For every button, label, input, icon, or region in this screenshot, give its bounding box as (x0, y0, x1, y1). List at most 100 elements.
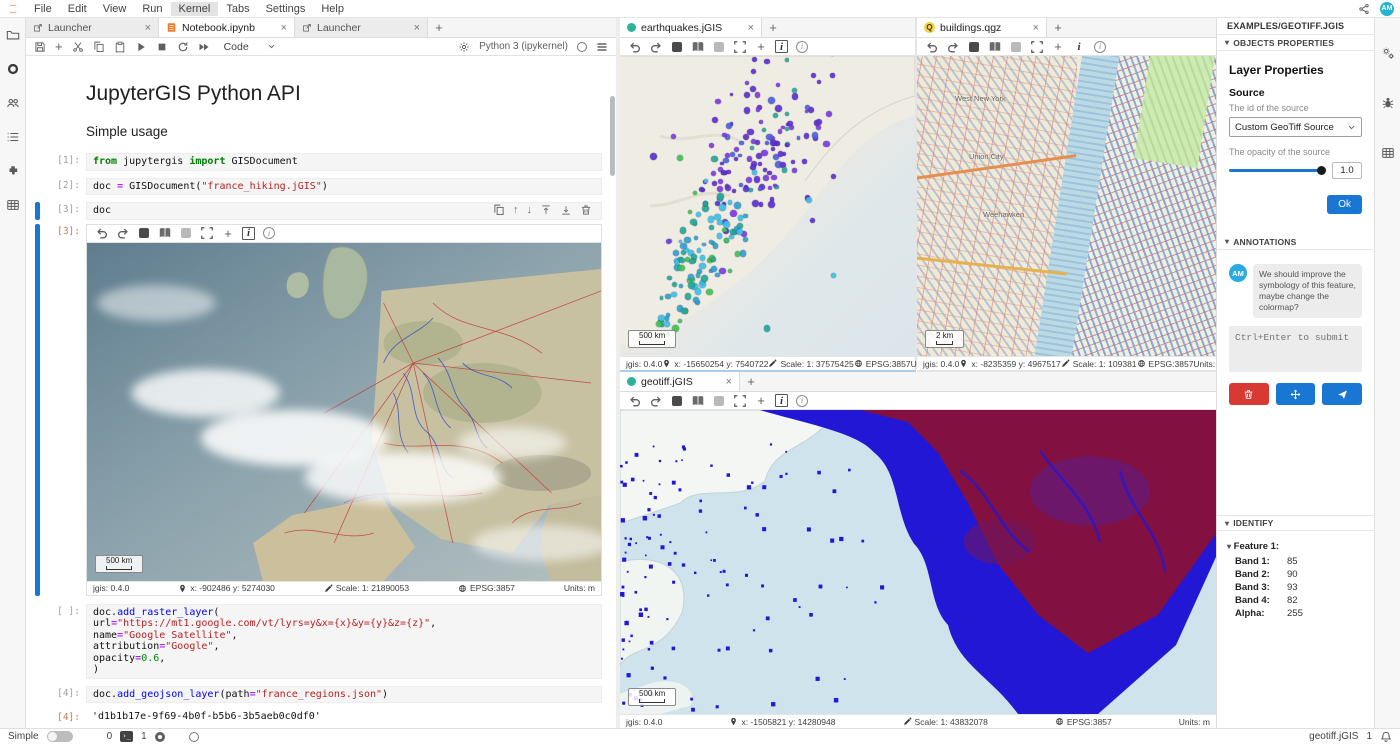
insert-above-icon[interactable] (540, 204, 552, 216)
record-icon[interactable] (6, 62, 20, 76)
center-annotation-button[interactable] (1276, 383, 1316, 405)
restart-icon[interactable] (177, 41, 189, 53)
panel-menu-icon[interactable] (596, 41, 608, 53)
jgis-layers-icon[interactable] (6, 198, 20, 212)
slider-knob[interactable] (1317, 166, 1326, 175)
earthquakes-map-view[interactable]: 500 km (620, 56, 915, 356)
code-editor[interactable]: from jupytergis import GISDocument (86, 153, 602, 171)
menu-settings[interactable]: Settings (258, 2, 314, 16)
terrain-icon[interactable] (1009, 40, 1023, 54)
about-icon[interactable]: i (795, 40, 809, 54)
share-icon[interactable] (1358, 3, 1370, 15)
redo-icon[interactable] (946, 40, 960, 54)
simple-mode-toggle[interactable] (47, 731, 73, 742)
basemap-gallery-icon[interactable] (988, 40, 1002, 54)
tab-geotiff[interactable]: geotiff.jGIS × (620, 372, 740, 391)
collaboration-icon[interactable] (6, 96, 20, 110)
identify-icon[interactable]: i (775, 394, 788, 407)
basemap-gallery-icon[interactable] (158, 226, 172, 240)
menu-help[interactable]: Help (313, 2, 352, 16)
kernel-icon[interactable] (155, 732, 165, 742)
bell-icon[interactable] (1380, 731, 1392, 743)
symbology-icon[interactable] (670, 394, 684, 408)
objects-properties-header[interactable]: ▾ OBJECTS PROPERTIES (1217, 35, 1374, 51)
code-cell-raster[interactable]: [ ]: doc.add_raster_layer( url="https://… (26, 604, 602, 679)
cut-icon[interactable] (72, 41, 84, 53)
close-tab-icon[interactable]: × (145, 22, 151, 34)
tab-earthquakes[interactable]: earthquakes.jGIS × (620, 18, 762, 37)
add-layer-icon[interactable]: + (1051, 40, 1065, 54)
zoom-extent-icon[interactable] (733, 40, 747, 54)
save-icon[interactable] (34, 41, 46, 53)
restart-run-all-icon[interactable] (198, 41, 210, 53)
property-inspector-icon[interactable] (1381, 46, 1395, 60)
about-icon[interactable]: i (1093, 40, 1107, 54)
new-tab-button[interactable]: + (740, 372, 762, 391)
identify-icon[interactable]: i (775, 40, 788, 53)
undo-icon[interactable] (95, 226, 109, 240)
menu-run[interactable]: Run (134, 2, 170, 16)
insert-below-icon[interactable] (560, 204, 572, 216)
tab-notebook[interactable]: Notebook.ipynb × (159, 18, 295, 37)
identify-header[interactable]: ▾ IDENTIFY (1217, 515, 1374, 531)
file-browser-icon[interactable] (6, 28, 20, 42)
duplicate-cell-icon[interactable] (493, 204, 505, 216)
kernel-name[interactable]: Python 3 (ipykernel) (479, 41, 568, 52)
identify-icon[interactable]: i (242, 227, 255, 240)
terminal-icon[interactable]: ›_ (120, 731, 133, 742)
menu-kernel[interactable]: Kernel (171, 2, 219, 16)
add-layer-icon[interactable]: + (221, 226, 235, 240)
about-icon[interactable]: i (262, 226, 276, 240)
identify-feature-heading[interactable]: ▾ Feature 1: (1227, 541, 1362, 552)
menu-tabs[interactable]: Tabs (218, 2, 257, 16)
run-icon[interactable] (135, 41, 147, 53)
basemap-gallery-icon[interactable] (691, 394, 705, 408)
new-tab-button[interactable]: + (1047, 18, 1069, 37)
kernel-settings-icon[interactable] (458, 41, 470, 53)
code-editor[interactable]: doc.add_raster_layer( url="https://mt1.g… (86, 604, 602, 679)
geotiff-map-view[interactable]: 500 km (620, 410, 1216, 714)
paste-icon[interactable] (114, 41, 126, 53)
ok-button[interactable]: Ok (1327, 195, 1362, 214)
running-sessions-icon[interactable] (6, 130, 20, 144)
code-cell-2[interactable]: [2]: doc = GISDocument("france_hiking.jG… (26, 178, 602, 196)
tab-launcher-2[interactable]: Launcher × (295, 18, 428, 37)
move-up-icon[interactable]: ↑ (513, 204, 519, 216)
zoom-extent-icon[interactable] (1030, 40, 1044, 54)
new-tab-button[interactable]: + (428, 18, 450, 37)
notifications-count[interactable]: 1 (1366, 731, 1372, 742)
terrain-icon[interactable] (179, 226, 193, 240)
close-tab-icon[interactable]: × (414, 22, 420, 34)
symbology-icon[interactable] (137, 226, 151, 240)
move-down-icon[interactable]: ↓ (527, 204, 533, 216)
france-map-view[interactable]: 500 km (87, 243, 601, 581)
basemap-gallery-icon[interactable] (691, 40, 705, 54)
debugger-icon[interactable] (1381, 96, 1395, 110)
insert-cell-icon[interactable]: + (55, 39, 63, 54)
copy-icon[interactable] (93, 41, 105, 53)
identify-icon[interactable]: i (1072, 40, 1086, 54)
terrain-icon[interactable] (712, 394, 726, 408)
zoom-extent-icon[interactable] (733, 394, 747, 408)
user-avatar[interactable]: AM (1380, 2, 1394, 16)
menu-file[interactable]: File (26, 2, 60, 16)
submit-annotation-button[interactable] (1322, 383, 1362, 405)
new-tab-button[interactable]: + (762, 18, 784, 37)
notebook-content[interactable]: JupyterGIS Python API Simple usage [1]: … (26, 56, 616, 728)
code-cell-3[interactable]: [3]: doc ↑ ↓ (26, 202, 602, 220)
close-tab-icon[interactable]: × (281, 22, 287, 34)
add-layer-icon[interactable]: + (754, 40, 768, 54)
delete-cell-icon[interactable] (580, 204, 592, 216)
undo-icon[interactable] (628, 394, 642, 408)
symbology-icon[interactable] (670, 40, 684, 54)
code-editor[interactable]: doc = GISDocument("france_hiking.jGIS") (86, 178, 602, 196)
cell-type-dropdown[interactable]: Code (219, 40, 281, 54)
notebook-scrollbar[interactable] (610, 96, 615, 176)
annotations-header[interactable]: ▾ ANNOTATIONS (1217, 234, 1374, 250)
code-editor[interactable]: doc.add_geojson_layer(path="france_regio… (86, 686, 602, 704)
symbology-icon[interactable] (967, 40, 981, 54)
zoom-extent-icon[interactable] (200, 226, 214, 240)
undo-icon[interactable] (628, 40, 642, 54)
source-select[interactable]: Custom GeoTiff Source (1229, 117, 1362, 137)
delete-annotation-button[interactable] (1229, 383, 1269, 405)
